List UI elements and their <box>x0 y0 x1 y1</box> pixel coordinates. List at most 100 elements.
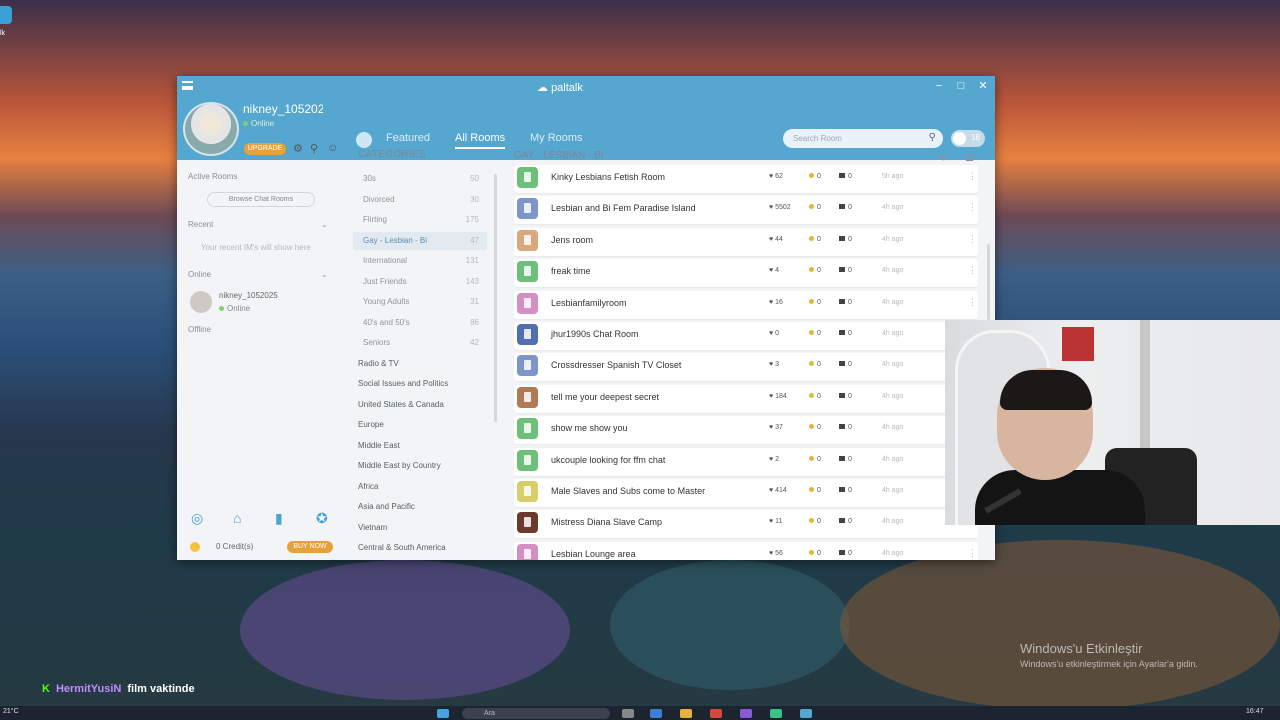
close-button[interactable]: ✕ <box>976 79 990 93</box>
online-label[interactable]: Online <box>188 270 211 279</box>
maximize-button[interactable]: □ <box>954 79 968 93</box>
paltalk-window: ☁ paltalk − □ ✕ Featured All Rooms My Ro… <box>177 76 995 560</box>
windows-start-icon[interactable] <box>437 709 449 718</box>
buy-now-button[interactable]: BUY NOW <box>287 541 333 553</box>
chevron-down-icon[interactable]: ⌄ <box>321 270 328 279</box>
category-item[interactable]: Gay - Lesbian - Bi 47 <box>353 231 487 250</box>
room-age: 5h ago <box>882 173 904 180</box>
room-row[interactable]: freak time ♥ 4 0 0 4h ago ⋮ <box>514 259 978 288</box>
room-row[interactable]: ukcouple looking for ffm chat ♥ 2 0 0 4h ago… <box>514 447 978 476</box>
add-contact-icon[interactable]: ☺ <box>327 142 338 154</box>
more-options-icon[interactable]: ⋮ <box>968 265 977 276</box>
compass-icon[interactable] <box>356 132 372 148</box>
category-item[interactable]: Social Issues and Politics <box>353 375 487 393</box>
weather-widget[interactable]: 21°C <box>3 708 19 715</box>
room-row[interactable]: tell me your deepest secret ♥ 184 0 0 4h ago… <box>514 384 978 413</box>
refresh-icon[interactable]: ↻ <box>939 153 947 164</box>
task-view-icon[interactable] <box>622 709 634 718</box>
room-row[interactable]: Lesbian and Bi Fem Paradise Island ♥ 5502… <box>514 196 978 225</box>
search-icon[interactable]: ⚲ <box>929 132 936 143</box>
desktop-app-icon[interactable] <box>0 6 12 24</box>
category-item[interactable]: Flirting 175 <box>353 211 487 229</box>
category-item[interactable]: Just Friends 143 <box>353 273 487 291</box>
adult-filter-toggle[interactable]: 18 <box>951 130 985 147</box>
camera-icon <box>839 330 845 335</box>
recent-label[interactable]: Recent <box>188 220 213 229</box>
category-count: 30 <box>470 194 479 204</box>
filter-icon[interactable]: ☰ <box>965 153 974 164</box>
tab-my-rooms[interactable]: My Rooms <box>530 132 583 144</box>
chrome-icon[interactable] <box>710 709 722 718</box>
settings-icon[interactable]: ⚙ <box>293 142 303 155</box>
gold-icon <box>809 330 814 335</box>
category-item[interactable]: International 131 <box>353 252 487 270</box>
room-cams: 0 <box>839 518 852 525</box>
badge-icon[interactable]: ✪ <box>316 510 328 527</box>
category-count: 47 <box>470 235 479 245</box>
room-icon <box>517 261 538 283</box>
tab-all-rooms[interactable]: All Rooms <box>455 132 506 149</box>
offline-label[interactable]: Offline <box>188 325 211 334</box>
home-icon[interactable]: ⌂ <box>233 510 241 526</box>
room-row[interactable]: Lesbian Lounge area ♥ 56 0 0 4h ago ⋮ <box>514 541 978 560</box>
room-likes: ♥ 184 <box>769 393 787 400</box>
edge-icon[interactable] <box>650 709 662 718</box>
category-item[interactable]: Middle East <box>353 437 487 455</box>
browse-chat-rooms-button[interactable]: Browse Chat Rooms <box>207 192 315 207</box>
user-avatar[interactable] <box>183 102 239 156</box>
chevron-down-icon[interactable]: ⌄ <box>321 220 328 229</box>
category-item[interactable]: Radio & TV <box>353 355 487 373</box>
category-label: Central & South America <box>358 543 446 552</box>
app-icon[interactable] <box>770 709 782 718</box>
gold-icon <box>809 518 814 524</box>
more-options-icon[interactable]: ⋮ <box>968 202 977 213</box>
more-options-icon[interactable]: ⋮ <box>968 548 977 559</box>
category-item[interactable]: Asia and Pacific <box>353 498 487 516</box>
leaderboard-icon[interactable]: ▮ <box>275 510 283 527</box>
room-row[interactable]: jhur1990s Chat Room♥ 0004h ago⋮ <box>514 322 978 350</box>
more-options-icon[interactable]: ⋮ <box>968 297 977 308</box>
category-item[interactable]: Seniors 42 <box>353 334 487 352</box>
file-explorer-icon[interactable] <box>680 709 692 718</box>
room-search-input[interactable]: Search Room ⚲ <box>783 129 943 148</box>
category-item[interactable]: Young Adults 31 <box>353 293 487 311</box>
minimize-button[interactable]: − <box>932 79 946 93</box>
category-item[interactable]: Europe <box>353 416 487 434</box>
category-item[interactable]: Divorced 30 <box>353 191 487 209</box>
contact-avatar[interactable] <box>190 291 212 313</box>
room-gold: 0 <box>809 455 821 463</box>
room-row[interactable]: Male Slaves and Subs come to Master ♥ 414… <box>514 479 978 507</box>
categories-scrollbar[interactable] <box>494 174 497 422</box>
more-options-icon[interactable]: ⋮ <box>968 171 977 182</box>
category-item[interactable]: United States & Canada <box>353 396 487 414</box>
menu-icon[interactable] <box>182 81 193 90</box>
room-row[interactable]: Kinky Lesbians Fetish Room ♥ 62 0 0 5h ago ⋮ <box>514 165 978 193</box>
room-age: 4h ago <box>882 204 904 212</box>
app-icon[interactable] <box>740 709 752 718</box>
rooms-scrollbar[interactable] <box>987 244 990 320</box>
tab-featured[interactable]: Featured <box>386 132 430 144</box>
room-row[interactable]: Mistress Diana Slave Camp♥ 11004h ago⋮ <box>514 510 978 539</box>
likes-count: 16 <box>775 298 783 306</box>
category-item[interactable]: 30s 50 <box>353 170 487 188</box>
room-icon <box>517 418 538 440</box>
more-options-icon[interactable]: ⋮ <box>968 234 977 245</box>
upgrade-button[interactable]: UPGRADE <box>244 143 286 155</box>
online-dot-icon <box>243 121 248 126</box>
paltalk-taskbar-icon[interactable] <box>800 709 812 718</box>
category-item[interactable]: Central & South America <box>353 539 487 557</box>
search-people-icon[interactable]: ⚲ <box>310 142 318 155</box>
room-row[interactable]: show me show you♥ 37004h ago⋮ <box>514 416 978 445</box>
gold-count: 0 <box>817 455 821 463</box>
category-item[interactable]: Middle East by Country <box>353 457 487 475</box>
room-row[interactable]: Crossdresser Spanish TV Closet ♥ 3 0 0 4h ag… <box>514 353 978 382</box>
category-label: International <box>363 256 408 265</box>
taskbar-search[interactable]: Ara <box>462 708 610 719</box>
room-row[interactable]: Lesbianfamilyroom ♥ 16 0 0 4h ago ⋮ <box>514 290 978 319</box>
category-item[interactable]: Vietnam <box>353 519 487 537</box>
category-item[interactable]: Africa <box>353 478 487 496</box>
room-row[interactable]: Jens room ♥ 44 0 0 4h ago ⋮ <box>514 227 978 256</box>
category-item[interactable]: 40's and 50's 86 <box>353 314 487 332</box>
compass-icon[interactable]: ◎ <box>191 510 203 527</box>
contact-name[interactable]: nikney_1052025 <box>219 291 278 300</box>
